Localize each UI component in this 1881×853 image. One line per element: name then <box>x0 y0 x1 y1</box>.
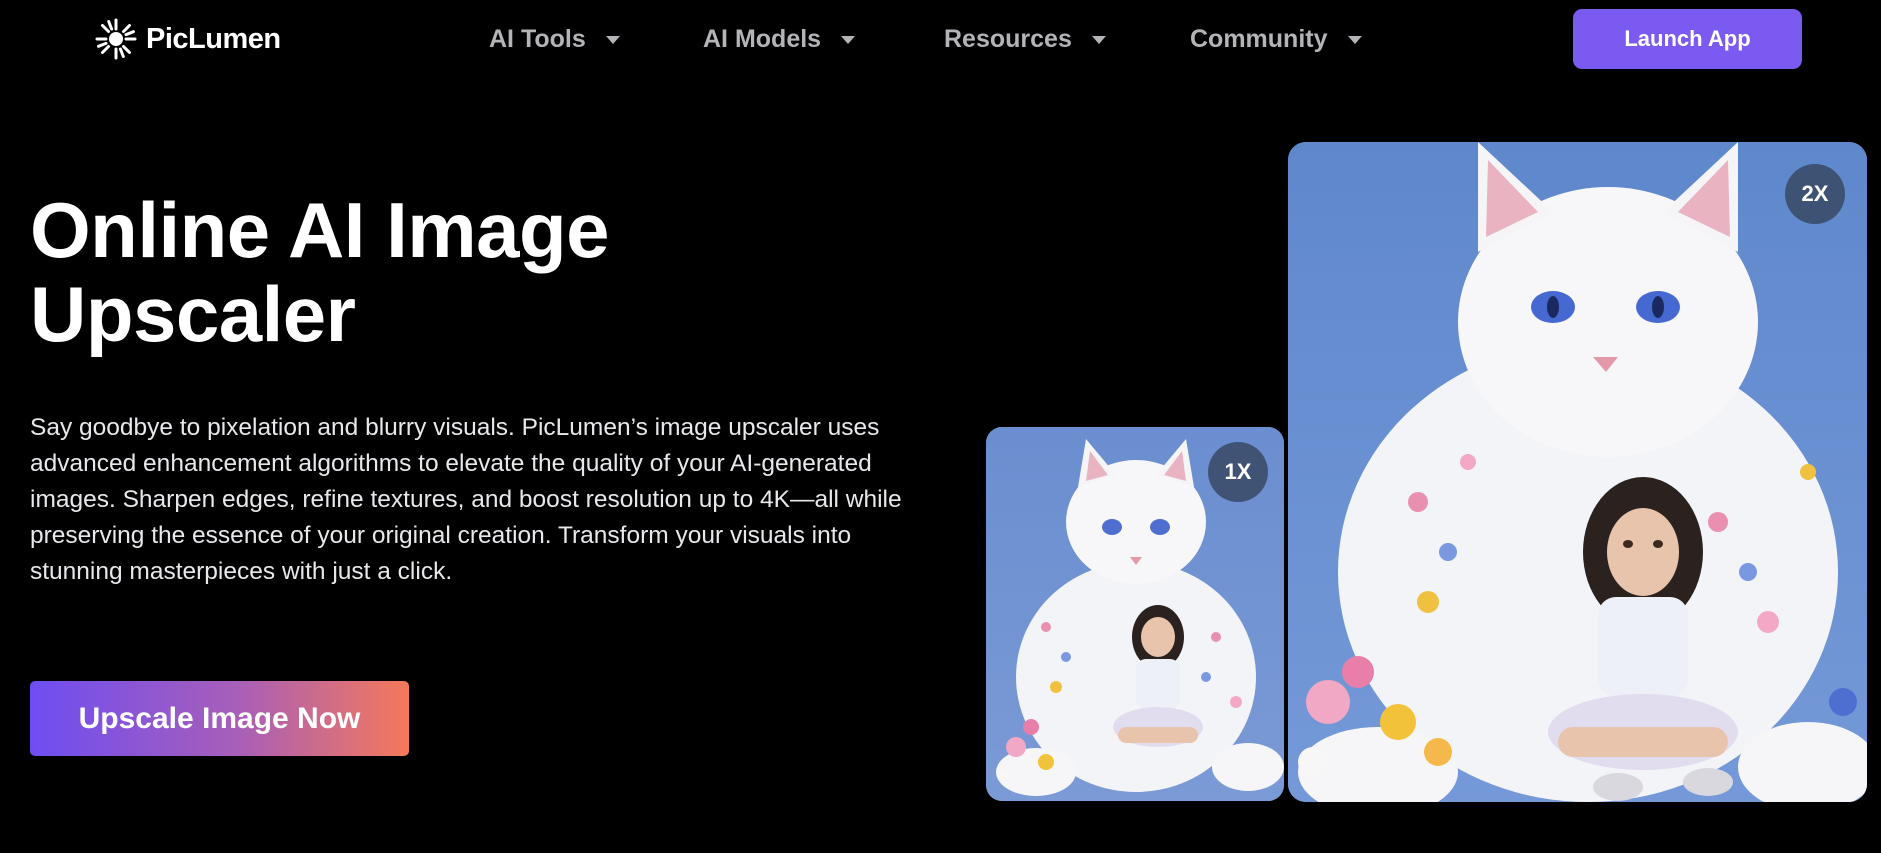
caret-down-icon <box>841 36 856 44</box>
nav-menu-label: AI Models <box>703 24 822 53</box>
top-nav: PicLumen AI Tools AI Models Resources Co… <box>0 0 1881 78</box>
launch-app-button[interactable]: Launch App <box>1573 9 1802 69</box>
brand-name: PicLumen <box>146 22 281 55</box>
sunburst-icon <box>95 18 137 60</box>
caret-down-icon <box>1091 36 1106 44</box>
nav-menu-ai-tools[interactable]: AI Tools <box>489 18 620 60</box>
nav-menu-label: Resources <box>944 24 1072 53</box>
caret-down-icon <box>605 36 620 44</box>
nav-menu-community[interactable]: Community <box>1190 18 1362 60</box>
zoom-level-badge: 1X <box>1208 442 1268 502</box>
image-2x-preview: 2X <box>1288 142 1867 802</box>
nav-menu-resources[interactable]: Resources <box>944 18 1106 60</box>
hero-description: Say goodbye to pixelation and blurry vis… <box>30 414 902 585</box>
nav-menu-label: Community <box>1190 24 1328 53</box>
page-title-line1: Online AI Image <box>30 186 610 274</box>
page-title: Online AI Image Upscaler <box>30 188 790 356</box>
nav-menu-label: AI Tools <box>489 24 586 53</box>
upscale-image-button[interactable]: Upscale Image Now <box>30 681 409 756</box>
caret-down-icon <box>1347 36 1362 44</box>
page-title-line2: Upscaler <box>30 270 356 358</box>
nav-menu-ai-models[interactable]: AI Models <box>703 18 856 60</box>
zoom-level-badge: 2X <box>1785 164 1845 224</box>
brand-logo[interactable]: PicLumen <box>94 18 281 60</box>
image-1x-preview: 1X <box>986 427 1284 801</box>
cat-girl-illustration <box>1288 142 1867 802</box>
